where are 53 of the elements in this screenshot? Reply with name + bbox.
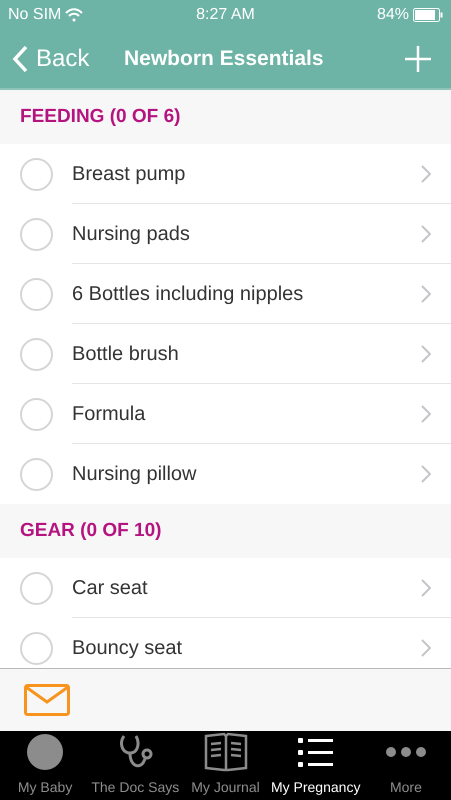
- chevron-right-icon: [421, 284, 431, 302]
- carrier-text: No SIM: [8, 5, 62, 25]
- status-time: 8:27 AM: [196, 5, 255, 25]
- tab[interactable]: My Pregnancy: [270, 731, 361, 800]
- add-button[interactable]: [405, 46, 431, 72]
- envelope-icon: [24, 684, 70, 716]
- checkbox[interactable]: [20, 158, 53, 190]
- mail-button[interactable]: [24, 684, 70, 716]
- checklist-row[interactable]: Breast pump: [0, 144, 451, 204]
- checkbox[interactable]: [20, 278, 53, 310]
- checklist-row[interactable]: Bottle brush: [0, 324, 451, 384]
- checklist-row[interactable]: Formula: [0, 384, 451, 444]
- item-label: Car seat: [72, 576, 148, 600]
- checkbox[interactable]: [20, 458, 53, 490]
- checklist-row[interactable]: Bouncy seat: [0, 618, 451, 668]
- battery-icon: [413, 8, 443, 22]
- wifi-icon: [65, 8, 84, 22]
- list-icon: [298, 736, 334, 768]
- item-label: 6 Bottles including nipples: [72, 282, 304, 306]
- checkbox[interactable]: [20, 572, 53, 604]
- tab[interactable]: My Baby: [0, 731, 90, 800]
- more-icon: [384, 746, 427, 758]
- chevron-right-icon: [421, 344, 431, 362]
- checkbox[interactable]: [20, 218, 53, 250]
- tab[interactable]: My Journal: [180, 731, 271, 800]
- chevron-right-icon: [421, 404, 431, 422]
- checklist-row[interactable]: Nursing pads: [0, 204, 451, 264]
- item-label: Bouncy seat: [72, 636, 182, 661]
- checkbox[interactable]: [20, 338, 53, 370]
- book-icon: [204, 732, 248, 772]
- chevron-right-icon: [421, 224, 431, 242]
- screen-title: Newborn Essentials: [124, 46, 324, 72]
- plus-icon: [405, 46, 431, 72]
- checklist-row[interactable]: 6 Bottles including nipples: [0, 264, 451, 324]
- chevron-right-icon: [421, 639, 431, 657]
- chevron-right-icon: [421, 465, 431, 483]
- chevron-right-icon: [421, 164, 431, 182]
- section-header: FEEDING (0 OF 6): [0, 90, 451, 144]
- section-header: GEAR (0 OF 10): [0, 504, 451, 558]
- battery-percentage: 84%: [376, 5, 409, 25]
- item-label: Nursing pillow: [72, 462, 196, 487]
- item-label: Bottle brush: [72, 342, 179, 366]
- tab[interactable]: The Doc Says: [90, 731, 180, 800]
- checklist-row[interactable]: Car seat: [0, 558, 451, 618]
- item-label: Breast pump: [72, 162, 186, 186]
- item-label: Nursing pads: [72, 222, 190, 246]
- chevron-left-icon: [12, 45, 28, 73]
- chevron-right-icon: [421, 578, 431, 596]
- checkbox[interactable]: [20, 632, 53, 664]
- checkbox[interactable]: [20, 398, 53, 430]
- item-label: Formula: [72, 402, 146, 426]
- tab[interactable]: More: [360, 731, 451, 800]
- checklist-row[interactable]: Nursing pillow: [0, 444, 451, 504]
